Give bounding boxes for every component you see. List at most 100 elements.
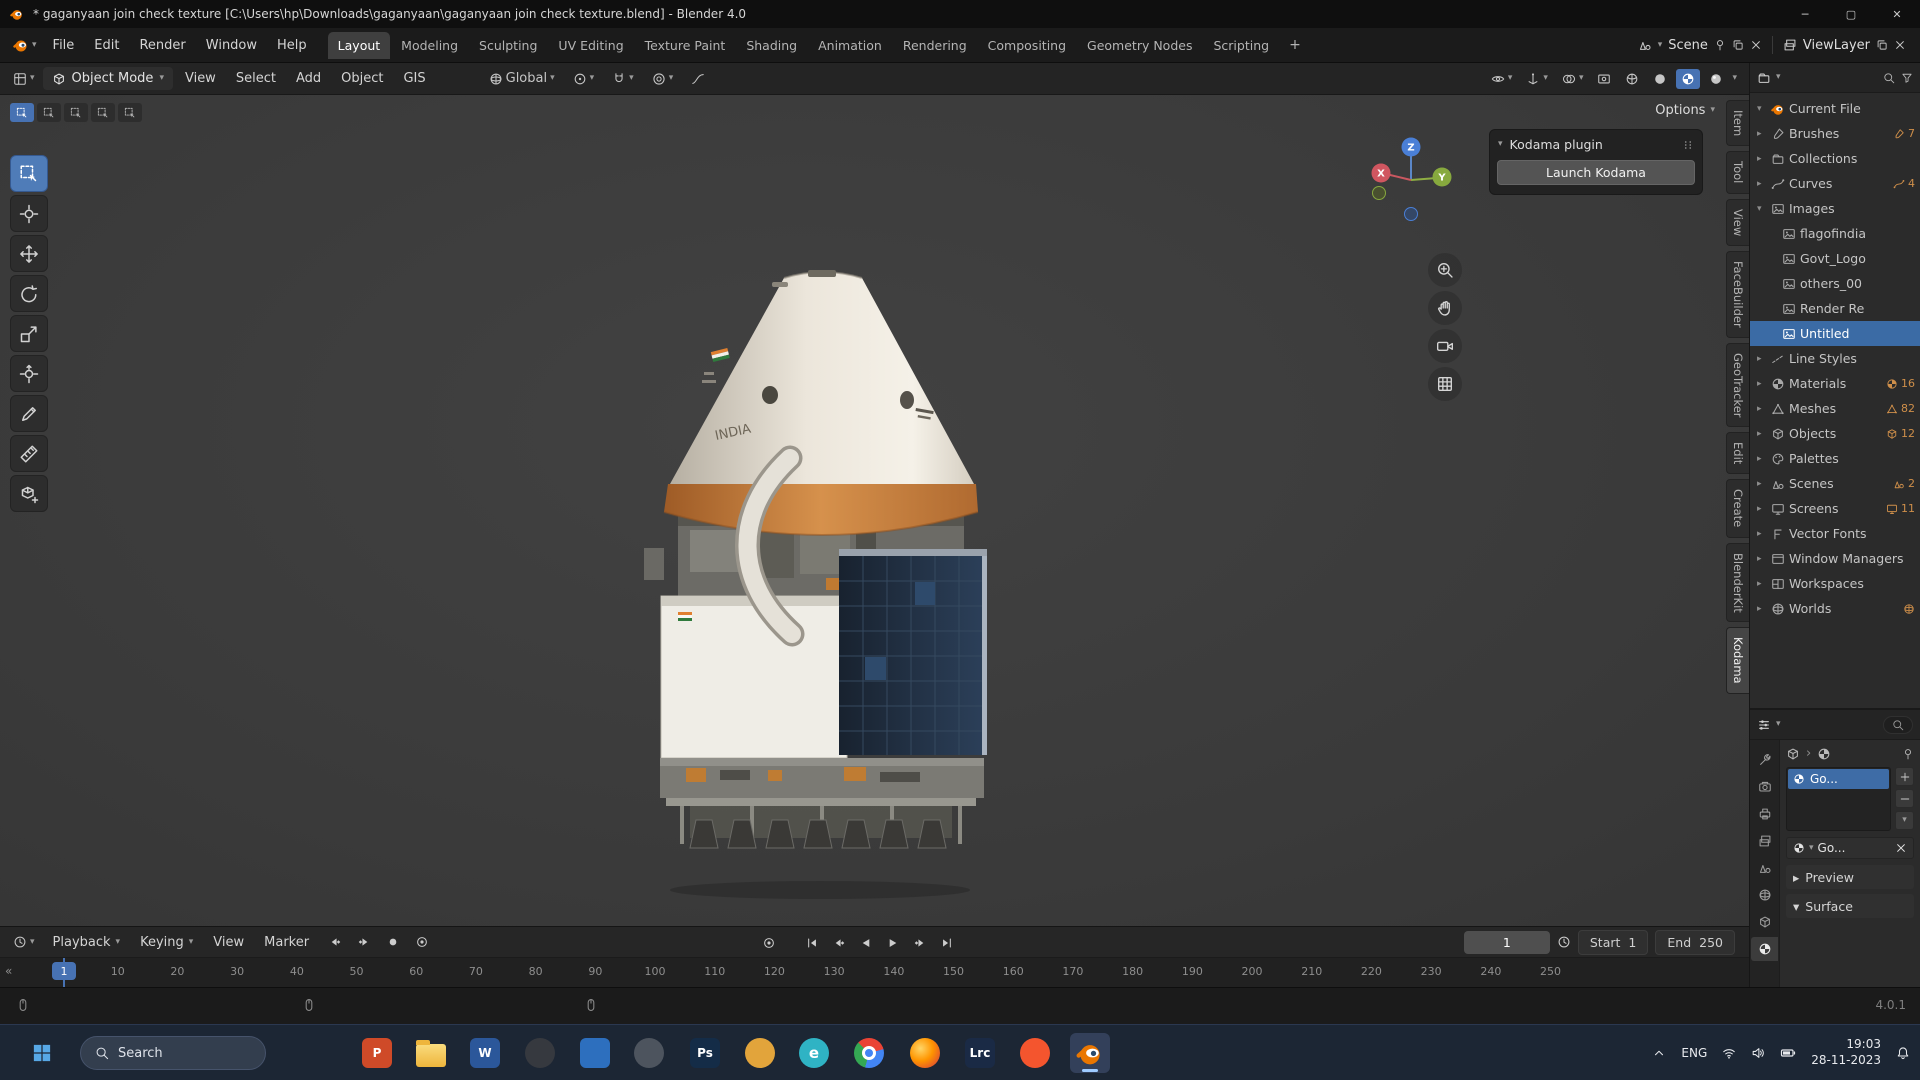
- jump-prev-keyframe-button[interactable]: [322, 931, 347, 954]
- outliner-item-collections[interactable]: ▸ Collections: [1750, 146, 1920, 171]
- filter-icon[interactable]: [1901, 72, 1913, 84]
- new-viewlayer-icon[interactable]: [1876, 39, 1888, 51]
- tool-scale[interactable]: [10, 315, 48, 352]
- timeline-menu-view[interactable]: View: [204, 931, 253, 954]
- 3d-viewport[interactable]: ▾ Object Mode ▾ View Select Add Object GIS G…: [0, 63, 1749, 926]
- outliner-item-images[interactable]: ▾ Images: [1750, 196, 1920, 221]
- material-datablock[interactable]: ▾ Go...: [1786, 837, 1914, 859]
- properties-tab-material[interactable]: [1751, 937, 1778, 961]
- minimize-button[interactable]: ─: [1782, 0, 1828, 28]
- tool-add-cube[interactable]: [10, 475, 48, 512]
- tool-options-dropdown[interactable]: Options ▾: [1655, 103, 1715, 118]
- workspace-tab-modeling[interactable]: Modeling: [391, 32, 468, 59]
- wifi-icon[interactable]: [1722, 1046, 1736, 1060]
- properties-search[interactable]: [1883, 715, 1913, 734]
- side-tab-kodama[interactable]: Kodama: [1726, 627, 1749, 694]
- timeline-menu-keying[interactable]: Keying ▾: [131, 931, 202, 954]
- workspace-tab-shading[interactable]: Shading: [736, 32, 807, 59]
- language-indicator[interactable]: ENG: [1681, 1046, 1707, 1060]
- side-tab-blenderkit[interactable]: BlenderKit: [1726, 542, 1749, 623]
- taskbar-app-firefox[interactable]: [905, 1033, 945, 1073]
- outliner-item-others-00[interactable]: others_00: [1750, 271, 1920, 296]
- disclosure-icon[interactable]: ▾: [1757, 104, 1767, 114]
- editor-type-button[interactable]: ▾: [8, 69, 40, 89]
- material-slot[interactable]: Go...: [1788, 769, 1889, 789]
- tool-move[interactable]: [10, 235, 48, 272]
- properties-tab-object[interactable]: [1751, 910, 1778, 934]
- taskbar-app-powerpoint[interactable]: P: [357, 1033, 397, 1073]
- proportional-edit-dropdown[interactable]: ▾: [647, 69, 679, 89]
- jump-to-end-button[interactable]: [934, 931, 959, 954]
- object-icon[interactable]: [1786, 747, 1800, 761]
- outliner-item-meshes[interactable]: ▸ Meshes 82: [1750, 396, 1920, 421]
- select-mode-button-2[interactable]: [37, 103, 61, 122]
- add-material-slot-button[interactable]: [1895, 767, 1914, 786]
- viewport-menu-object[interactable]: Object: [332, 67, 392, 90]
- viewport-zoom-button[interactable]: [1428, 253, 1462, 287]
- disclosure-icon[interactable]: ▸: [1757, 479, 1767, 489]
- outliner-item-scenes[interactable]: ▸ Scenes 2: [1750, 471, 1920, 496]
- unlink-icon[interactable]: [1895, 842, 1907, 854]
- timeline-menu-marker[interactable]: Marker: [255, 931, 318, 954]
- pin-icon[interactable]: [1714, 39, 1726, 51]
- viewlayer-name[interactable]: ViewLayer: [1803, 38, 1870, 53]
- scene-browse-icon[interactable]: [1638, 38, 1652, 52]
- taskbar-app-gray-app[interactable]: [629, 1033, 669, 1073]
- workspace-tab-scripting[interactable]: Scripting: [1203, 32, 1279, 59]
- viewport-pan-button[interactable]: [1428, 291, 1462, 325]
- falloff-button[interactable]: [686, 69, 710, 89]
- select-mode-button-5[interactable]: [118, 103, 142, 122]
- workspace-tab-sculpting[interactable]: Sculpting: [469, 32, 547, 59]
- tool-select-box[interactable]: [10, 155, 48, 192]
- play-button[interactable]: [880, 931, 905, 954]
- workspace-tab-uv-editing[interactable]: UV Editing: [548, 32, 633, 59]
- disclosure-icon[interactable]: ▸: [1757, 529, 1767, 539]
- outliner-item-flagofindia[interactable]: flagofindia: [1750, 221, 1920, 246]
- tool-cursor[interactable]: [10, 195, 48, 232]
- transform-orientation-dropdown[interactable]: Global ▾: [484, 68, 560, 89]
- properties-tab-scene[interactable]: [1751, 856, 1778, 880]
- overlays-dropdown[interactable]: ▾: [1557, 69, 1589, 89]
- tool-annotate[interactable]: [10, 395, 48, 432]
- disclosure-icon[interactable]: ▸: [1757, 379, 1767, 389]
- close-icon[interactable]: [1750, 39, 1762, 51]
- disclosure-icon[interactable]: ▸: [1757, 454, 1767, 464]
- side-tab-edit[interactable]: Edit: [1726, 432, 1749, 475]
- battery-icon[interactable]: [1780, 1045, 1796, 1061]
- side-tab-facebuilder[interactable]: FaceBuilder: [1726, 250, 1749, 338]
- notification-bell-icon[interactable]: [1896, 1046, 1910, 1060]
- properties-editor-icon[interactable]: [1757, 718, 1771, 732]
- clock[interactable]: 19:03 28-11-2023: [1811, 1037, 1881, 1068]
- gaganyaan-model[interactable]: INDIA: [620, 260, 1020, 905]
- viewport-camera-button[interactable]: [1428, 329, 1462, 363]
- frame-end-field[interactable]: End 250: [1655, 929, 1735, 955]
- timeline-menu-playback[interactable]: Playback ▾: [44, 931, 130, 954]
- taskbar-app-edge[interactable]: e: [794, 1033, 834, 1073]
- outliner-item-curves[interactable]: ▸ Curves 4: [1750, 171, 1920, 196]
- frame-start-field[interactable]: Start 1: [1577, 929, 1649, 955]
- blender-menu-button[interactable]: ▾: [8, 34, 42, 56]
- play-reverse-button[interactable]: [853, 931, 878, 954]
- menu-render[interactable]: Render: [130, 34, 194, 57]
- outliner-item-materials[interactable]: ▸ Materials 16: [1750, 371, 1920, 396]
- outliner-root[interactable]: ▾ Current File: [1750, 96, 1920, 121]
- outliner-item-vector-fonts[interactable]: ▸ Vector Fonts: [1750, 521, 1920, 546]
- shading-rendered-button[interactable]: [1704, 69, 1728, 89]
- autokey-record-button[interactable]: [756, 931, 781, 954]
- section-surface[interactable]: ▾ Surface: [1786, 894, 1914, 918]
- viewport-grid-button[interactable]: [1428, 367, 1462, 401]
- section-preview[interactable]: ▸ Preview: [1786, 865, 1914, 889]
- tool-transform[interactable]: [10, 355, 48, 392]
- new-scene-icon[interactable]: [1732, 39, 1744, 51]
- outliner-editor-icon[interactable]: [1757, 71, 1771, 85]
- current-frame-field[interactable]: 1: [1463, 930, 1550, 954]
- side-tab-create[interactable]: Create: [1726, 479, 1749, 538]
- menu-file[interactable]: File: [44, 34, 84, 57]
- add-workspace-button[interactable]: +: [1281, 35, 1309, 55]
- taskbar-app-file-explorer[interactable]: [411, 1033, 451, 1073]
- tray-expand-icon[interactable]: [1652, 1046, 1666, 1060]
- select-mode-button-1[interactable]: [10, 103, 34, 122]
- viewport-menu-select[interactable]: Select: [227, 67, 285, 90]
- taskbar-app-photoshop[interactable]: Ps: [685, 1033, 725, 1073]
- properties-tab-tool[interactable]: [1751, 748, 1778, 772]
